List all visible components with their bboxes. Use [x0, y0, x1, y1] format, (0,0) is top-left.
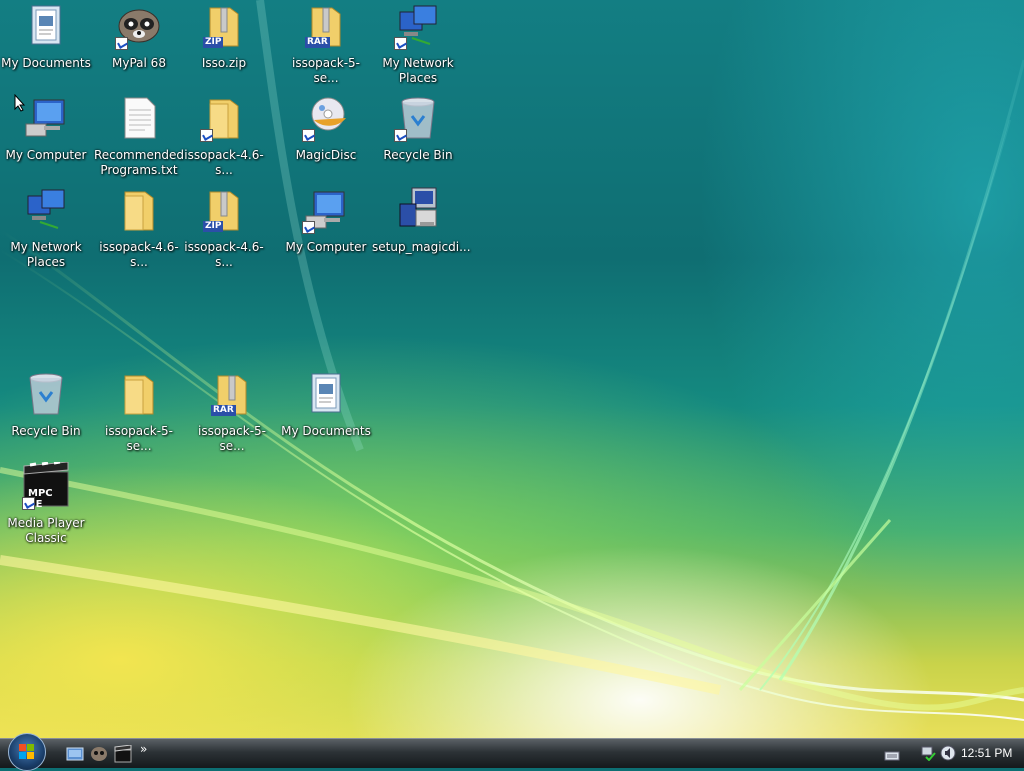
icon-label: Recycle Bin — [383, 148, 453, 162]
computer-icon — [302, 186, 350, 234]
rar-badge: RAR — [211, 405, 236, 416]
my-documents-icon — [302, 370, 350, 418]
icon-label: Recycle Bin — [11, 424, 81, 438]
desktop-icon-my-computer-2[interactable]: My Computer — [280, 186, 372, 255]
shortcut-arrow-icon — [200, 129, 213, 142]
folder-icon — [115, 370, 163, 418]
windows-flag-icon — [19, 744, 34, 759]
icon-label: issopack-5-se... — [292, 56, 360, 85]
installer-icon — [394, 186, 442, 234]
taskbar: » 12:51 PM — [0, 733, 1024, 771]
media-player-classic-icon: MPC BE — [22, 460, 70, 510]
icon-label: My Computer — [5, 148, 87, 162]
desktop-icon-isso-zip[interactable]: ZIP Isso.zip — [178, 2, 270, 71]
shortcut-arrow-icon — [115, 37, 128, 50]
zip-badge: ZIP — [203, 221, 224, 232]
shortcut-arrow-icon — [394, 129, 407, 142]
quicklaunch-overflow-chevron[interactable]: » — [140, 742, 147, 756]
icon-label: My Documents — [1, 56, 91, 70]
network-places-icon — [22, 186, 70, 234]
icon-label: MyPal 68 — [112, 56, 166, 70]
desktop-icon-my-network-places-2[interactable]: My Network Places — [0, 186, 92, 270]
show-desktop-icon[interactable] — [66, 745, 84, 763]
shortcut-arrow-icon — [302, 129, 315, 142]
folder-shortcut-icon — [200, 94, 248, 142]
volume-icon[interactable] — [940, 745, 958, 763]
desktop-icon-my-network-places[interactable]: My Network Places — [372, 2, 464, 86]
mypal-icon — [115, 2, 163, 50]
icon-label: Recommended Programs.txt — [93, 148, 185, 177]
desktop-icon-issopack-5-folder[interactable]: issopack-5-se... — [93, 370, 185, 454]
rar-archive-icon: RAR — [208, 370, 256, 418]
shortcut-arrow-icon — [394, 37, 407, 50]
icon-label: My Computer — [285, 240, 367, 254]
desktop-icon-recycle-bin-2[interactable]: Recycle Bin — [0, 370, 92, 439]
media-player-classic-quicklaunch-icon[interactable] — [114, 744, 132, 763]
folder-icon — [115, 186, 163, 234]
icon-label: issopack-4.6-s... — [99, 240, 179, 269]
desktop-icon-issopack-4-6-shortcut[interactable]: issopack-4.6-s... — [178, 94, 270, 178]
zip-folder-icon: ZIP — [200, 186, 248, 234]
network-places-icon — [394, 2, 442, 50]
recycle-bin-icon — [394, 94, 442, 142]
icon-label: setup_magicdi... — [372, 240, 471, 254]
icon-label: MagicDisc — [295, 148, 357, 162]
computer-icon — [22, 94, 70, 142]
icon-label: issopack-5-se... — [198, 424, 266, 453]
mypal-quicklaunch-icon[interactable] — [90, 745, 108, 763]
desktop-icon-media-player-classic[interactable]: MPC BE Media Player Classic — [0, 460, 92, 546]
shortcut-arrow-icon — [22, 497, 35, 510]
desktop-icon-issopack-5-rar[interactable]: RAR issopack-5-se... — [280, 2, 372, 86]
system-clock[interactable]: 12:51 PM — [961, 746, 1012, 760]
desktop-icon-magicdisc[interactable]: MagicDisc — [280, 94, 372, 163]
icon-label: My Documents — [281, 424, 371, 438]
icon-label: issopack-4.6-s... — [184, 148, 264, 177]
rar-badge: RAR — [305, 37, 330, 48]
network-status-icon[interactable] — [920, 745, 938, 763]
shortcut-arrow-icon — [302, 221, 315, 234]
desktop-icon-issopack-5-rar-2[interactable]: RAR issopack-5-se... — [186, 370, 278, 454]
rar-archive-icon: RAR — [302, 2, 350, 50]
icon-label: My Network Places — [10, 240, 82, 269]
icon-label: Isso.zip — [201, 56, 247, 70]
icon-label: Media Player Classic — [7, 516, 85, 545]
icon-label: My Network Places — [382, 56, 454, 85]
text-file-icon — [115, 94, 163, 142]
zip-folder-icon: ZIP — [200, 2, 248, 50]
icon-label: issopack-5-se... — [105, 424, 173, 453]
desktop-icon-recommended-programs[interactable]: Recommended Programs.txt — [93, 94, 185, 178]
start-button[interactable] — [8, 733, 46, 771]
desktop-icon-issopack-4-6-zip[interactable]: ZIP issopack-4.6-s... — [178, 186, 270, 270]
icon-label: issopack-4.6-s... — [184, 240, 264, 269]
magicdisc-icon — [302, 94, 350, 142]
my-documents-icon — [22, 2, 70, 50]
desktop-icon-issopack-4-6-folder[interactable]: issopack-4.6-s... — [93, 186, 185, 270]
keyboard-language-icon[interactable] — [884, 747, 902, 765]
desktop-icon-setup-magicdisc[interactable]: setup_magicdi... — [372, 186, 471, 255]
desktop-icon-my-documents-2[interactable]: My Documents — [280, 370, 372, 439]
zip-badge: ZIP — [203, 37, 224, 48]
desktop-icon-recycle-bin[interactable]: Recycle Bin — [372, 94, 464, 163]
mouse-cursor-icon — [14, 93, 26, 116]
desktop-icon-mypal[interactable]: MyPal 68 — [93, 2, 185, 71]
recycle-bin-icon — [22, 370, 70, 418]
desktop-icon-my-documents[interactable]: My Documents — [0, 2, 92, 71]
